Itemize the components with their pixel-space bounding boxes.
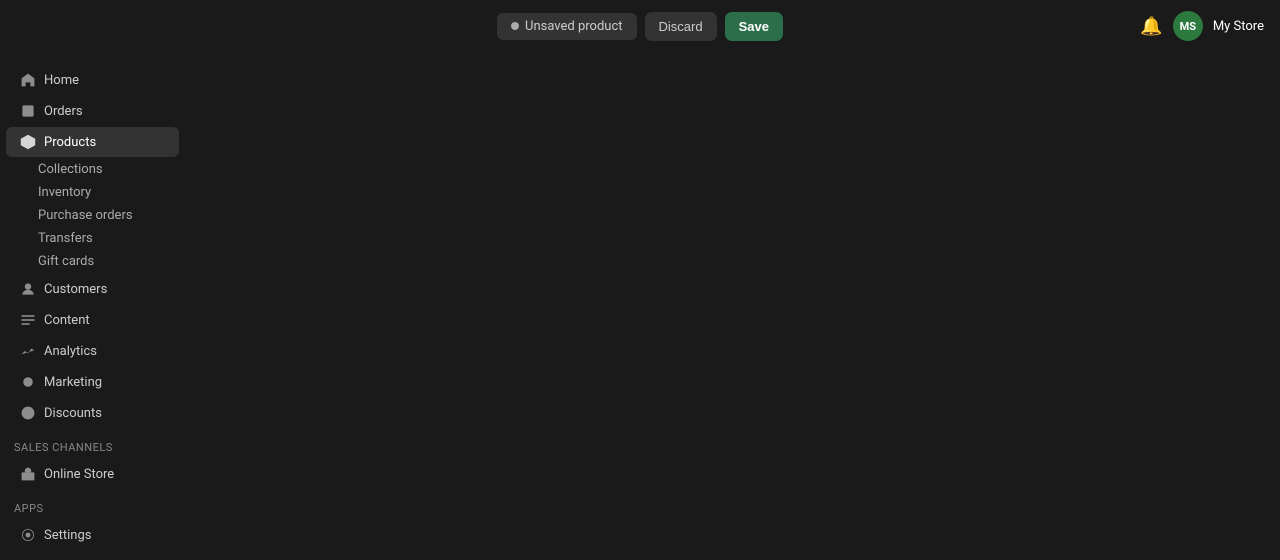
sidebar-item-analytics[interactable]: Analytics [6,336,179,366]
sidebar-label-discounts: Discounts [44,406,102,421]
content-icon [20,312,36,328]
notification-bell-icon[interactable]: 🔔 [1140,16,1162,37]
sidebar-item-products[interactable]: Products [6,127,179,157]
sidebar-label-marketing: Marketing [44,375,102,390]
sidebar-item-settings[interactable]: Settings [6,520,179,550]
sidebar-item-purchase-orders[interactable]: Purchase orders [0,204,185,227]
save-button[interactable]: Save [725,12,783,41]
unsaved-label: Unsaved product [525,19,623,34]
home-icon [20,72,36,88]
store-icon [20,466,36,482]
sidebar-item-discounts[interactable]: Discounts [6,398,179,428]
topbar: Unsaved product Discard Save 🔔 MS My Sto… [0,0,1280,52]
unsaved-indicator [511,22,519,30]
avatar[interactable]: MS [1173,11,1203,41]
sidebar-item-online-store[interactable]: Online Store [6,459,179,489]
topbar-center: Unsaved product Discard Save [497,12,783,41]
sidebar-item-transfers[interactable]: Transfers [0,227,185,250]
orders-icon [20,103,36,119]
sidebar-item-gift-cards[interactable]: Gift cards [0,250,185,273]
sidebar-label-customers: Customers [44,282,107,297]
products-icon [20,134,36,150]
store-name: My Store [1213,19,1264,34]
settings-icon [20,527,36,543]
sidebar-label-products: Products [44,135,96,150]
sidebar-label-home: Home [44,73,79,88]
sidebar-item-collections[interactable]: Collections [0,158,185,181]
sidebar-label-settings: Settings [44,528,91,543]
marketing-icon [20,374,36,390]
discounts-icon [20,405,36,421]
sidebar-label-online-store: Online Store [44,467,114,482]
admin-background: S Shopify Home Orders Products Collectio… [0,0,1280,560]
sidebar-label-content: Content [44,313,90,328]
topbar-right: 🔔 MS My Store [1140,0,1264,52]
apps-label: Apps [0,490,185,519]
sidebar-item-customers[interactable]: Customers [6,274,179,304]
analytics-icon [20,343,36,359]
sales-channels-label: Sales channels [0,429,185,458]
sidebar: S Shopify Home Orders Products Collectio… [0,0,185,560]
sidebar-label-orders: Orders [44,104,83,119]
sidebar-item-orders[interactable]: Orders [6,96,179,126]
sidebar-item-home[interactable]: Home [6,65,179,95]
customers-icon [20,281,36,297]
sidebar-item-inventory[interactable]: Inventory [0,181,185,204]
avatar-initials: MS [1180,20,1196,33]
discard-button[interactable]: Discard [645,12,717,41]
unsaved-badge: Unsaved product [497,13,637,40]
sidebar-label-analytics: Analytics [44,344,97,359]
sidebar-item-marketing[interactable]: Marketing [6,367,179,397]
sidebar-item-content[interactable]: Content [6,305,179,335]
